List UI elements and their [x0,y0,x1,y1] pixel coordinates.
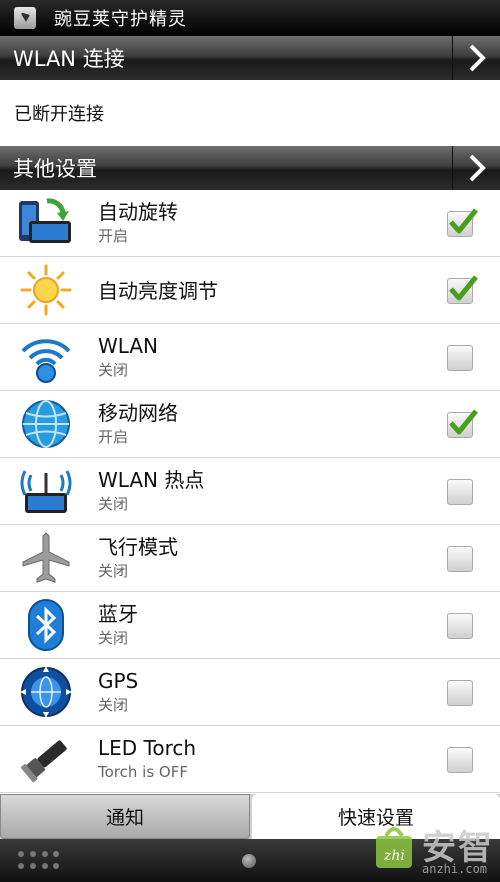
checkbox-unchecked[interactable] [447,345,473,371]
setting-name: WLAN [98,334,159,358]
setting-state: 开启 [98,428,129,446]
watermark-logo-icon: zhi [376,827,412,868]
setting-state: 关闭 [98,562,129,580]
checkbox-unchecked[interactable] [447,747,473,773]
wifi-icon [17,329,75,385]
chevron-right-icon[interactable] [452,36,500,80]
setting-airplane-mode[interactable]: 飞行模式 关闭 [0,525,500,592]
tab-notifications[interactable]: 通知 [0,794,250,839]
setting-name: LED Torch [98,736,197,760]
setting-auto-brightness[interactable]: 自动亮度调节 [0,257,500,324]
setting-led-torch[interactable]: LED Torch Torch is OFF [0,726,500,793]
setting-auto-rotate[interactable]: 自动旋转 开启 [0,190,500,257]
checkbox-unchecked[interactable] [447,680,473,706]
setting-state: 关闭 [98,495,129,513]
checkbox-checked[interactable] [447,208,478,237]
torch-icon [17,731,75,787]
auto-rotate-icon [17,195,75,251]
bluetooth-icon [17,597,75,653]
other-settings-header[interactable]: 其他设置 [0,146,500,190]
setting-wlan-hotspot[interactable]: WLAN 热点 关闭 [0,458,500,525]
setting-name: 蓝牙 [98,602,138,626]
setting-name: 自动旋转 [98,200,178,224]
setting-state: 关闭 [98,629,129,647]
checkbox-unchecked[interactable] [447,479,473,505]
brightness-icon [17,262,75,318]
app-icon [14,7,36,29]
wlan-status-text: 已断开连接 [0,80,500,146]
setting-wlan[interactable]: WLAN 关闭 [0,324,500,391]
setting-name: 飞行模式 [98,535,178,559]
other-settings-label: 其他设置 [13,157,97,181]
setting-state: 开启 [98,227,129,245]
hotspot-icon [17,463,75,519]
app-drawer-icon[interactable] [18,851,62,871]
setting-name: WLAN 热点 [98,468,205,492]
wlan-section-header[interactable]: WLAN 连接 [0,36,500,80]
watermark: zhi 安智 anzhi.com [372,800,497,880]
svg-text:zhi: zhi [383,848,405,864]
setting-state: 关闭 [98,361,129,379]
setting-name: 自动亮度调节 [98,279,218,303]
setting-name: 移动网络 [98,401,178,425]
gps-icon [17,664,75,720]
title-bar: 豌豆荚守护精灵 [0,0,500,36]
setting-bluetooth[interactable]: 蓝牙 关闭 [0,592,500,659]
setting-name: GPS [98,669,139,693]
setting-state: 关闭 [98,696,129,714]
watermark-sub: anzhi.com [422,862,488,876]
chevron-right-icon[interactable] [452,146,500,190]
setting-mobile-network[interactable]: 移动网络 开启 [0,391,500,458]
airplane-icon [17,530,75,586]
checkbox-checked[interactable] [447,275,478,304]
setting-gps[interactable]: GPS 关闭 [0,659,500,726]
home-icon[interactable] [242,854,256,868]
checkbox-unchecked[interactable] [447,546,473,572]
wlan-section-label: WLAN 连接 [13,47,125,71]
globe-icon [17,396,75,452]
settings-list: 自动旋转 开启 自动亮度调节 WLAN 关闭 移动网络 开启 WLAN 热点 关… [0,190,500,794]
setting-state: Torch is OFF [98,763,188,781]
checkbox-unchecked[interactable] [447,613,473,639]
checkbox-checked[interactable] [447,409,478,438]
app-title: 豌豆荚守护精灵 [54,9,187,30]
